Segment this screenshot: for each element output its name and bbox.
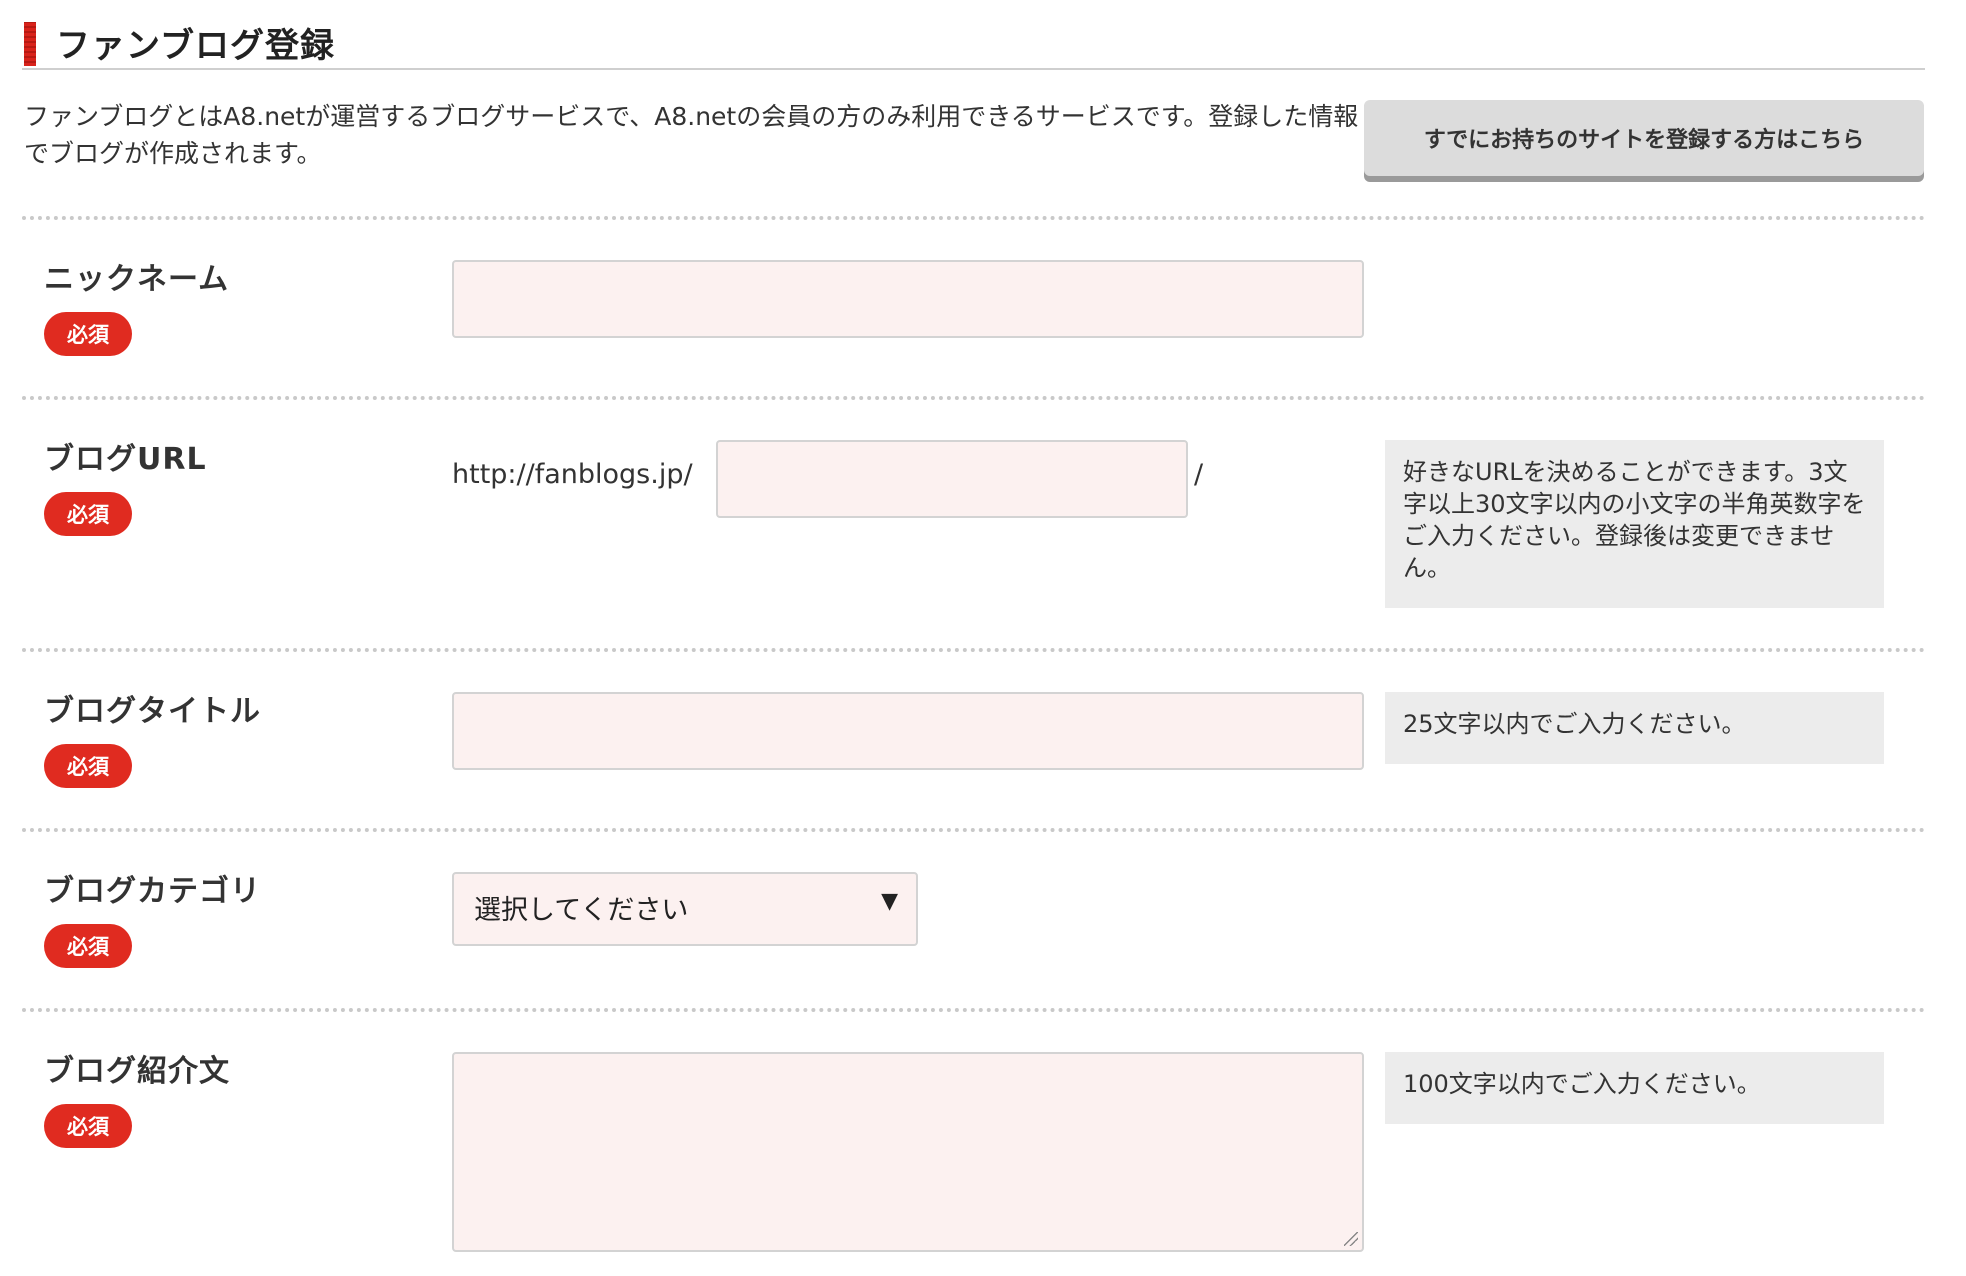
section-divider bbox=[22, 216, 1926, 220]
required-badge: 必須 bbox=[44, 1104, 132, 1148]
blog-description-label: ブログ紹介文 bbox=[44, 1054, 230, 1089]
blog-title-input[interactable] bbox=[452, 692, 1364, 770]
section-divider bbox=[22, 1008, 1926, 1012]
blog-category-label: ブログカテゴリ bbox=[44, 874, 261, 909]
blog-description-help: 100文字以内でご入力ください。 bbox=[1385, 1052, 1884, 1124]
blog-description-textarea[interactable] bbox=[452, 1052, 1364, 1252]
section-divider bbox=[22, 396, 1926, 400]
blog-url-help: 好きなURLを決めることができます。3文字以上30文字以内の小文字の半角英数字を… bbox=[1385, 440, 1884, 608]
nickname-input[interactable] bbox=[452, 260, 1364, 338]
page-title: ファンブログ登録 bbox=[56, 26, 335, 66]
required-badge: 必須 bbox=[44, 312, 132, 356]
url-prefix: http://fanblogs.jp/ bbox=[452, 459, 693, 490]
nickname-label: ニックネーム bbox=[44, 262, 230, 297]
blog-title-help: 25文字以内でご入力ください。 bbox=[1385, 692, 1884, 764]
dropdown-arrow-icon: ▼ bbox=[881, 889, 898, 914]
blog-url-input[interactable] bbox=[716, 440, 1188, 518]
blog-url-label: ブログURL bbox=[44, 442, 207, 477]
required-badge: 必須 bbox=[44, 492, 132, 536]
required-badge: 必須 bbox=[44, 924, 132, 968]
blog-category-selected: 選択してください bbox=[474, 895, 689, 926]
section-divider bbox=[22, 828, 1926, 832]
url-suffix: / bbox=[1194, 459, 1204, 490]
blog-title-label: ブログタイトル bbox=[44, 694, 261, 729]
intro-text: ファンブログとはA8.netが運営するブログサービスで、A8.netの会員の方の… bbox=[24, 102, 1359, 168]
header-accent-bar bbox=[24, 22, 36, 66]
blog-category-select[interactable]: 選択してください ▼ bbox=[452, 872, 918, 946]
register-existing-site-button[interactable]: すでにお持ちのサイトを登録する方はこちら bbox=[1364, 100, 1924, 176]
page-header: ファンブログ登録 bbox=[22, 16, 1925, 70]
section-divider bbox=[22, 648, 1926, 652]
required-badge: 必須 bbox=[44, 744, 132, 788]
